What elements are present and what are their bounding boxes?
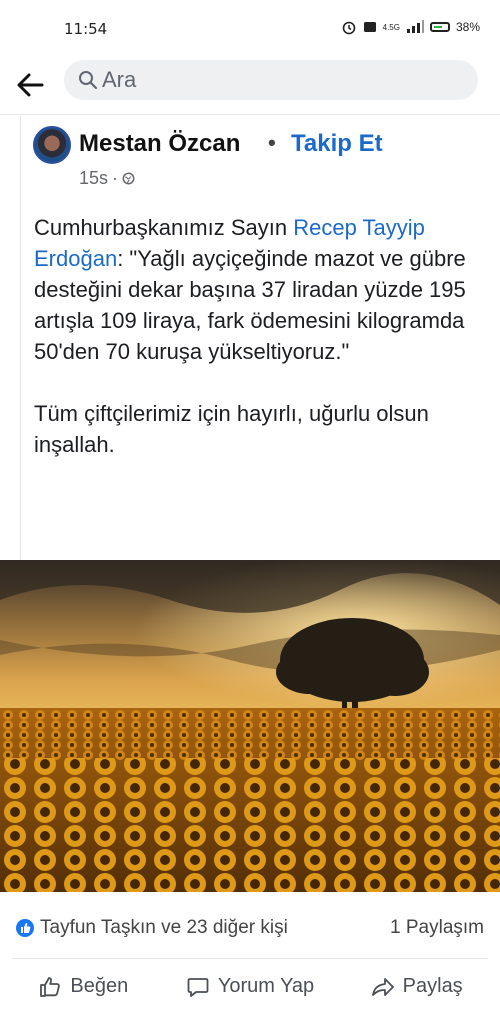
- battery-icon: [429, 22, 450, 32]
- post-paragraph-1: Cumhurbaşkanımız Sayın Recep Tayyip Erdo…: [34, 212, 494, 367]
- share-icon: [371, 977, 394, 996]
- post-time[interactable]: 15s: [79, 168, 108, 189]
- meta-separator: ·: [112, 168, 119, 188]
- author-name[interactable]: Mestan Özcan: [79, 130, 240, 158]
- like-label: Beğen: [70, 975, 129, 997]
- sim-icon: [363, 22, 376, 32]
- comment-icon: [187, 977, 209, 997]
- post-meta: 15s ·: [79, 168, 135, 189]
- post-intro: Cumhurbaşkanımız Sayın: [34, 215, 294, 240]
- shares-count[interactable]: 1 Paylaşım: [390, 917, 484, 939]
- search-header: [0, 58, 500, 115]
- post-paragraph-2: Tüm çiftçilerimiz için hayırlı, uğurlu o…: [34, 401, 429, 457]
- globe-icon: [122, 172, 135, 185]
- like-icon: [40, 976, 61, 997]
- search-input[interactable]: [102, 60, 462, 100]
- separator-dot: •: [268, 130, 276, 155]
- post-actions: Beğen Yorum Yap Paylaş: [0, 962, 500, 1011]
- status-bar: 11:54 4.5G 38%: [0, 0, 500, 58]
- engagement-bar: Tayfun Taşkın ve 23 diğer kişi 1 Paylaşı…: [0, 892, 500, 952]
- search-icon: [79, 71, 98, 90]
- like-reaction-icon: [16, 919, 34, 937]
- share-button[interactable]: Paylaş: [333, 962, 500, 1011]
- share-label: Paylaş: [402, 975, 463, 997]
- back-arrow-icon[interactable]: [14, 70, 46, 100]
- status-icons: 4.5G 38%: [341, 19, 480, 35]
- divider: [12, 958, 488, 959]
- post-card: Mestan Özcan • Takip Et 15s · Cumhurbaşk…: [20, 116, 500, 564]
- comment-label: Yorum Yap: [217, 975, 315, 997]
- comment-button[interactable]: Yorum Yap: [167, 962, 334, 1011]
- battery-level: 38%: [455, 20, 480, 34]
- author-avatar[interactable]: [33, 126, 71, 164]
- sunflower-field-photo[interactable]: [0, 560, 500, 892]
- clock: 11:54: [64, 20, 108, 38]
- alarm-icon: [342, 21, 355, 35]
- follow-button[interactable]: Takip Et: [291, 130, 383, 158]
- reactions-summary[interactable]: Tayfun Taşkın ve 23 diğer kişi: [40, 917, 288, 939]
- post-text: Cumhurbaşkanımız Sayın Recep Tayyip Erdo…: [34, 212, 494, 460]
- signal-icon: [406, 20, 424, 33]
- photo-illustration: [0, 560, 500, 892]
- network-type: 4.5G: [382, 22, 400, 32]
- search-box[interactable]: [64, 60, 478, 100]
- like-button[interactable]: Beğen: [0, 962, 167, 1011]
